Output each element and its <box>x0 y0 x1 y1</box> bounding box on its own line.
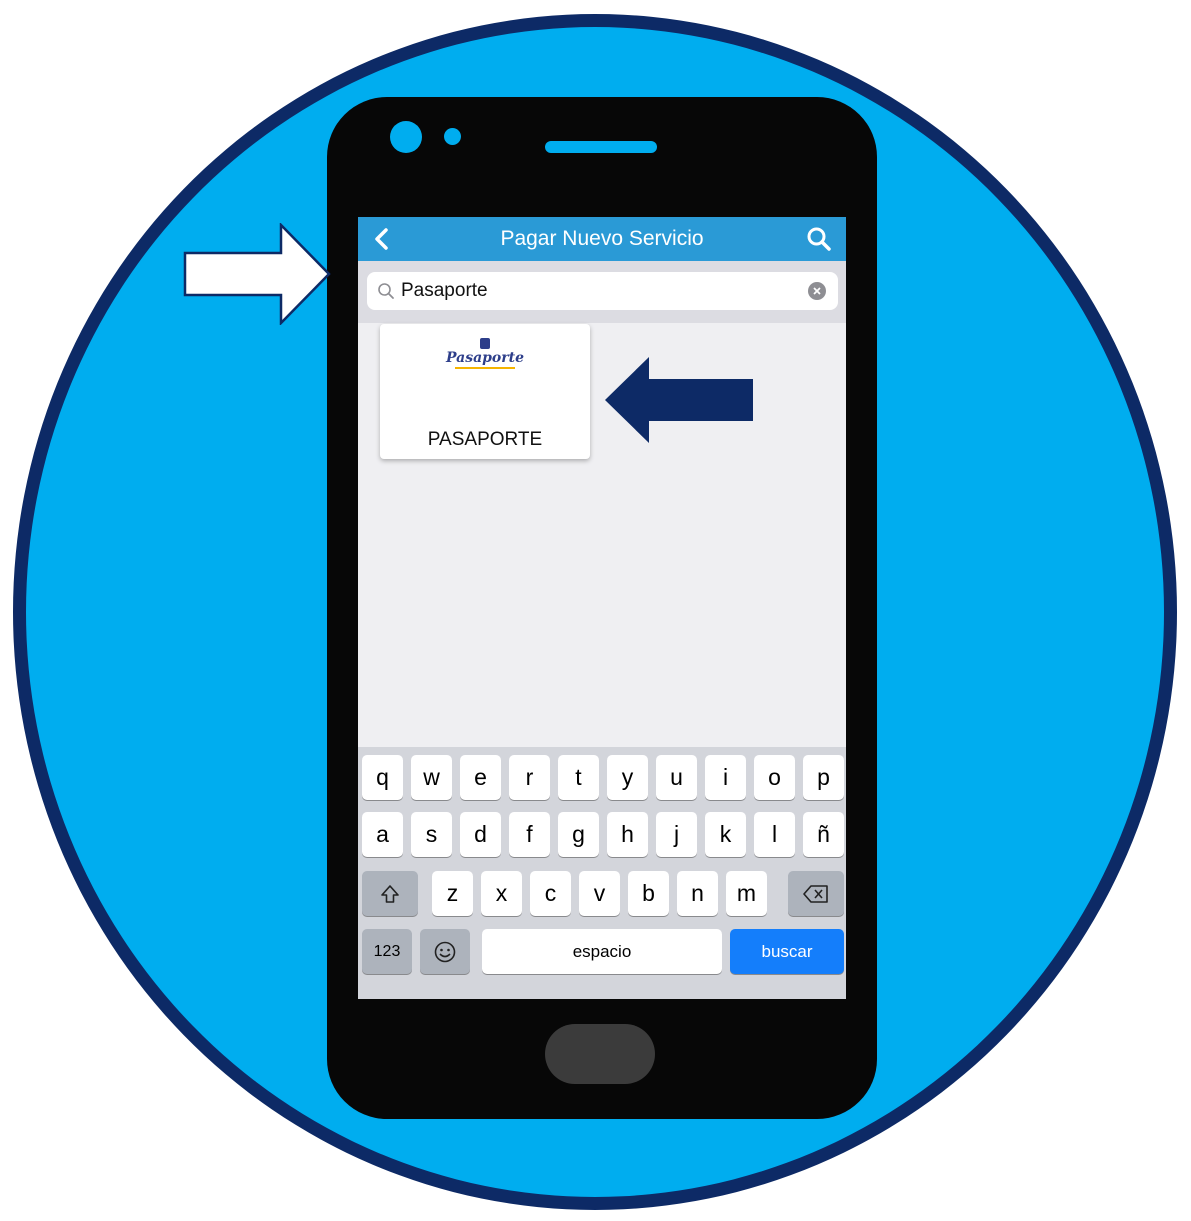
key-n-tilde[interactable]: ñ <box>803 812 844 857</box>
key-g[interactable]: g <box>558 812 599 857</box>
pasaporte-logo: Pasaporte <box>440 338 530 384</box>
key-p[interactable]: p <box>803 755 844 800</box>
shift-key[interactable] <box>362 871 418 916</box>
key-l[interactable]: l <box>754 812 795 857</box>
shift-icon <box>381 884 399 903</box>
home-button[interactable] <box>545 1024 655 1084</box>
key-j[interactable]: j <box>656 812 697 857</box>
key-d[interactable]: d <box>460 812 501 857</box>
key-a[interactable]: a <box>362 812 403 857</box>
page-title: Pagar Nuevo Servicio <box>500 227 704 250</box>
key-v[interactable]: v <box>579 871 620 916</box>
search-submit-key[interactable]: buscar <box>730 929 844 974</box>
key-z[interactable]: z <box>432 871 473 916</box>
key-f[interactable]: f <box>509 812 550 857</box>
backspace-icon <box>803 884 828 903</box>
front-camera <box>390 121 422 153</box>
key-i[interactable]: i <box>705 755 746 800</box>
key-m[interactable]: m <box>726 871 767 916</box>
delete-key[interactable] <box>788 871 844 916</box>
key-s[interactable]: s <box>411 812 452 857</box>
search-bar <box>358 261 846 323</box>
key-r[interactable]: r <box>509 755 550 800</box>
sensor-dot <box>444 128 461 145</box>
back-button[interactable] <box>364 221 400 257</box>
navigation-bar: Pagar Nuevo Servicio <box>358 217 846 261</box>
key-c[interactable]: c <box>530 871 571 916</box>
search-field-container <box>367 272 838 310</box>
key-n[interactable]: n <box>677 871 718 916</box>
search-button[interactable] <box>802 222 836 256</box>
logo-underline <box>455 367 515 369</box>
key-y[interactable]: y <box>607 755 648 800</box>
chevron-left-icon <box>375 228 388 250</box>
key-u[interactable]: u <box>656 755 697 800</box>
key-t[interactable]: t <box>558 755 599 800</box>
key-k[interactable]: k <box>705 812 746 857</box>
emoji-icon <box>434 941 456 962</box>
key-b[interactable]: b <box>628 871 669 916</box>
phone-screen: Pagar Nuevo Servicio Pasaporte Pasaporte… <box>358 217 846 999</box>
service-label: PASAPORTE <box>427 429 543 450</box>
emoji-key[interactable] <box>420 929 470 974</box>
space-key[interactable]: espacio <box>482 929 722 974</box>
key-e[interactable]: e <box>460 755 501 800</box>
arrow-right-icon <box>183 223 331 325</box>
phone-frame: Pagar Nuevo Servicio Pasaporte Pasaporte… <box>327 97 877 1119</box>
passport-book-icon <box>480 338 490 349</box>
search-icon <box>807 227 831 251</box>
key-h[interactable]: h <box>607 812 648 857</box>
numbers-key[interactable]: 123 <box>362 929 412 974</box>
on-screen-keyboard: q w e r t y u i o p a s d f g h j k l ñ <box>358 747 846 999</box>
key-x[interactable]: x <box>481 871 522 916</box>
earpiece-speaker <box>545 141 657 153</box>
service-result-card[interactable]: Pasaporte PASAPORTE <box>380 324 590 459</box>
key-o[interactable]: o <box>754 755 795 800</box>
clear-circle-icon[interactable] <box>808 282 826 300</box>
magnifier-icon <box>373 282 399 300</box>
key-q[interactable]: q <box>362 755 403 800</box>
key-w[interactable]: w <box>411 755 452 800</box>
arrow-left-icon <box>605 357 753 443</box>
search-input[interactable] <box>399 276 808 306</box>
